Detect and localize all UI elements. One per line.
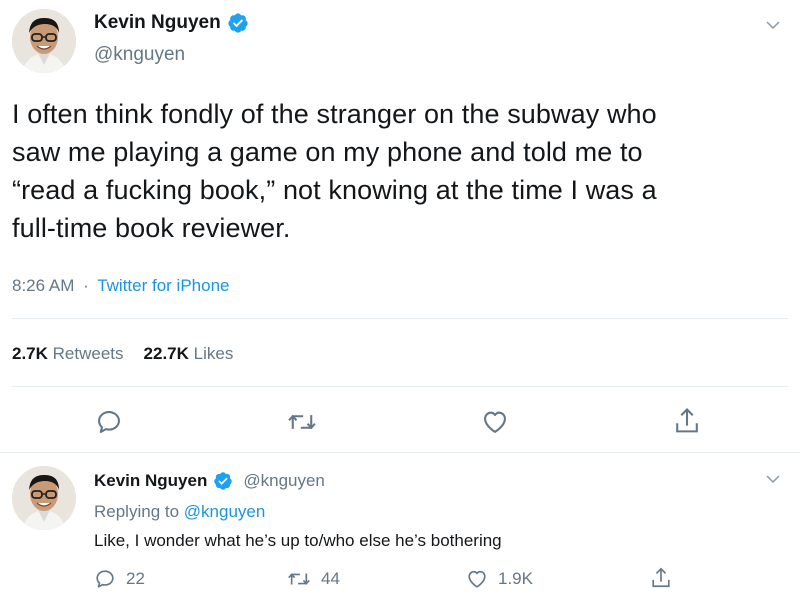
likes-stat[interactable]: 22.7K Likes xyxy=(144,344,234,364)
retweet-icon xyxy=(288,573,310,585)
tweet-text-line: I often think fondly of the stranger on … xyxy=(12,99,657,129)
share-icon xyxy=(676,407,698,433)
retweet-icon xyxy=(288,414,316,430)
divider xyxy=(0,452,800,453)
author-name[interactable]: Kevin Nguyen xyxy=(94,12,221,34)
share-button[interactable] xyxy=(673,406,701,436)
reply-author-handle[interactable]: @knguyen xyxy=(243,471,325,491)
likes-label: Likes xyxy=(193,344,234,363)
tweet-text-line: saw me playing a game on my phone and to… xyxy=(12,137,643,167)
author-handle[interactable]: @knguyen xyxy=(94,44,185,66)
reply-icon xyxy=(98,411,120,433)
chevron-down-icon[interactable] xyxy=(764,470,782,488)
tweet-text: I often think fondly of the stranger on … xyxy=(12,95,792,247)
meta-separator: · xyxy=(83,276,89,295)
retweets-stat[interactable]: 2.7K Retweets xyxy=(12,344,124,364)
like-icon xyxy=(484,411,506,433)
replying-to-label: Replying to xyxy=(94,502,180,521)
avatar[interactable] xyxy=(12,9,76,73)
tweet-timestamp[interactable]: 8:26 AM xyxy=(12,276,74,295)
tweet-text-line: full-time book reviewer. xyxy=(12,213,291,243)
reply-retweet-button[interactable]: 44 xyxy=(287,568,340,590)
divider xyxy=(12,318,788,319)
reply-count: 22 xyxy=(126,569,145,588)
avatar[interactable] xyxy=(12,466,76,530)
like-count: 1.9K xyxy=(498,569,533,588)
divider xyxy=(12,386,788,387)
reply-reply-button[interactable]: 22 xyxy=(94,568,145,590)
reply-icon xyxy=(96,570,114,588)
like-icon xyxy=(468,570,486,588)
replying-to-handle[interactable]: @knguyen xyxy=(184,502,266,521)
like-button[interactable] xyxy=(481,408,509,436)
retweet-count: 44 xyxy=(321,569,340,588)
avatar-image xyxy=(12,466,76,530)
tweet-source-link[interactable]: Twitter for iPhone xyxy=(97,276,229,295)
retweets-label: Retweets xyxy=(52,344,124,363)
reply-text: Like, I wonder what he’s up to/who else … xyxy=(94,531,502,550)
tweet-stats: 2.7K Retweets 22.7K Likes xyxy=(12,344,233,364)
retweet-button[interactable] xyxy=(287,408,317,436)
replying-to: Replying to @knguyen xyxy=(94,502,265,522)
reply-like-button[interactable]: 1.9K xyxy=(466,568,533,590)
likes-count: 22.7K xyxy=(143,344,189,363)
verified-badge-icon xyxy=(228,13,248,33)
reply-share-button[interactable] xyxy=(650,566,672,590)
retweets-count: 2.7K xyxy=(12,344,48,363)
chevron-down-icon[interactable] xyxy=(764,16,782,34)
share-icon xyxy=(652,567,670,588)
reply-button[interactable] xyxy=(95,408,123,436)
reply-author-name[interactable]: Kevin Nguyen xyxy=(94,471,207,491)
tweet-meta: 8:26 AM · Twitter for iPhone xyxy=(12,276,229,296)
avatar-image xyxy=(12,9,76,73)
verified-badge-icon xyxy=(214,472,233,490)
tweet-text-line: “read a fucking book,” not knowing at th… xyxy=(12,175,657,205)
